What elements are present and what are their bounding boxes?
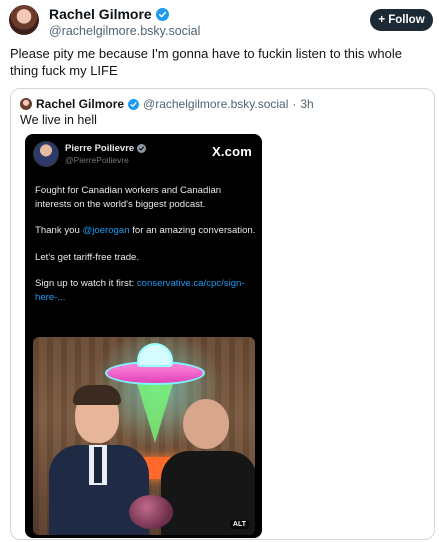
person-right: [161, 399, 255, 535]
embedded-paragraph-3: Let's get tariff-free trade.: [35, 251, 140, 263]
follow-button-label: + Follow: [378, 14, 425, 26]
embedded-paragraph-1: Fought for Canadian workers and Canadian…: [35, 185, 222, 210]
alt-badge[interactable]: ALT: [229, 520, 249, 529]
author-handle[interactable]: @rachelgilmore.bsky.social: [49, 24, 200, 38]
embedded-name-row: Pierre Poilievre: [65, 143, 147, 154]
embedded-paragraph-2: Thank you @joerogan for an amazing conve…: [35, 224, 257, 238]
quoted-author-avatar: [20, 98, 32, 110]
quoted-time: 3h: [300, 97, 314, 111]
bluesky-post: Rachel Gilmore @rachelgilmore.bsky.socia…: [0, 0, 439, 542]
x-com-logo: X.com: [211, 144, 252, 159]
quoted-post-header: Rachel Gilmore @rachelgilmore.bsky.socia…: [20, 97, 314, 111]
quoted-author-handle: @rachelgilmore.bsky.social: [143, 97, 289, 111]
embedded-handle: @PierrePoilievre: [65, 155, 129, 165]
para2-suffix: for an amazing conversation.: [129, 225, 256, 236]
verified-badge-icon: [137, 144, 147, 153]
person-left-hair: [73, 385, 121, 405]
para4-prefix: Sign up to watch it first:: [35, 278, 137, 289]
joerogan-mention: @joerogan: [82, 225, 130, 236]
embedded-name: Pierre Poilievre: [65, 143, 135, 154]
post-text: Please pity me because I'm gonna have to…: [10, 46, 402, 78]
follow-button[interactable]: + Follow: [370, 9, 433, 31]
author-name-row: Rachel Gilmore: [49, 6, 169, 22]
para2-prefix: Thank you: [35, 225, 83, 236]
quoted-author-name: Rachel Gilmore: [36, 97, 125, 111]
embedded-avatar: [33, 141, 59, 167]
person-right-head: [183, 399, 229, 449]
embedded-body: Fought for Canadian workers and Canadian…: [35, 184, 257, 317]
embedded-paragraph-4: Sign up to watch it first: conservative.…: [35, 277, 257, 304]
embedded-screenshot[interactable]: Pierre Poilievre @PierrePoilievre X.com …: [25, 134, 262, 538]
author-display-name[interactable]: Rachel Gilmore: [49, 6, 152, 22]
bowling-ball: [129, 495, 173, 529]
quoted-post-text: We live in hell: [20, 113, 97, 127]
verified-badge-icon: [128, 98, 140, 110]
quoted-post[interactable]: Rachel Gilmore @rachelgilmore.bsky.socia…: [10, 88, 435, 540]
verified-badge-icon: [155, 7, 169, 21]
embedded-photo: ALT: [33, 337, 255, 535]
person-left-tie: [94, 447, 102, 483]
quoted-separator: ·: [292, 97, 297, 111]
author-avatar[interactable]: [9, 5, 39, 35]
